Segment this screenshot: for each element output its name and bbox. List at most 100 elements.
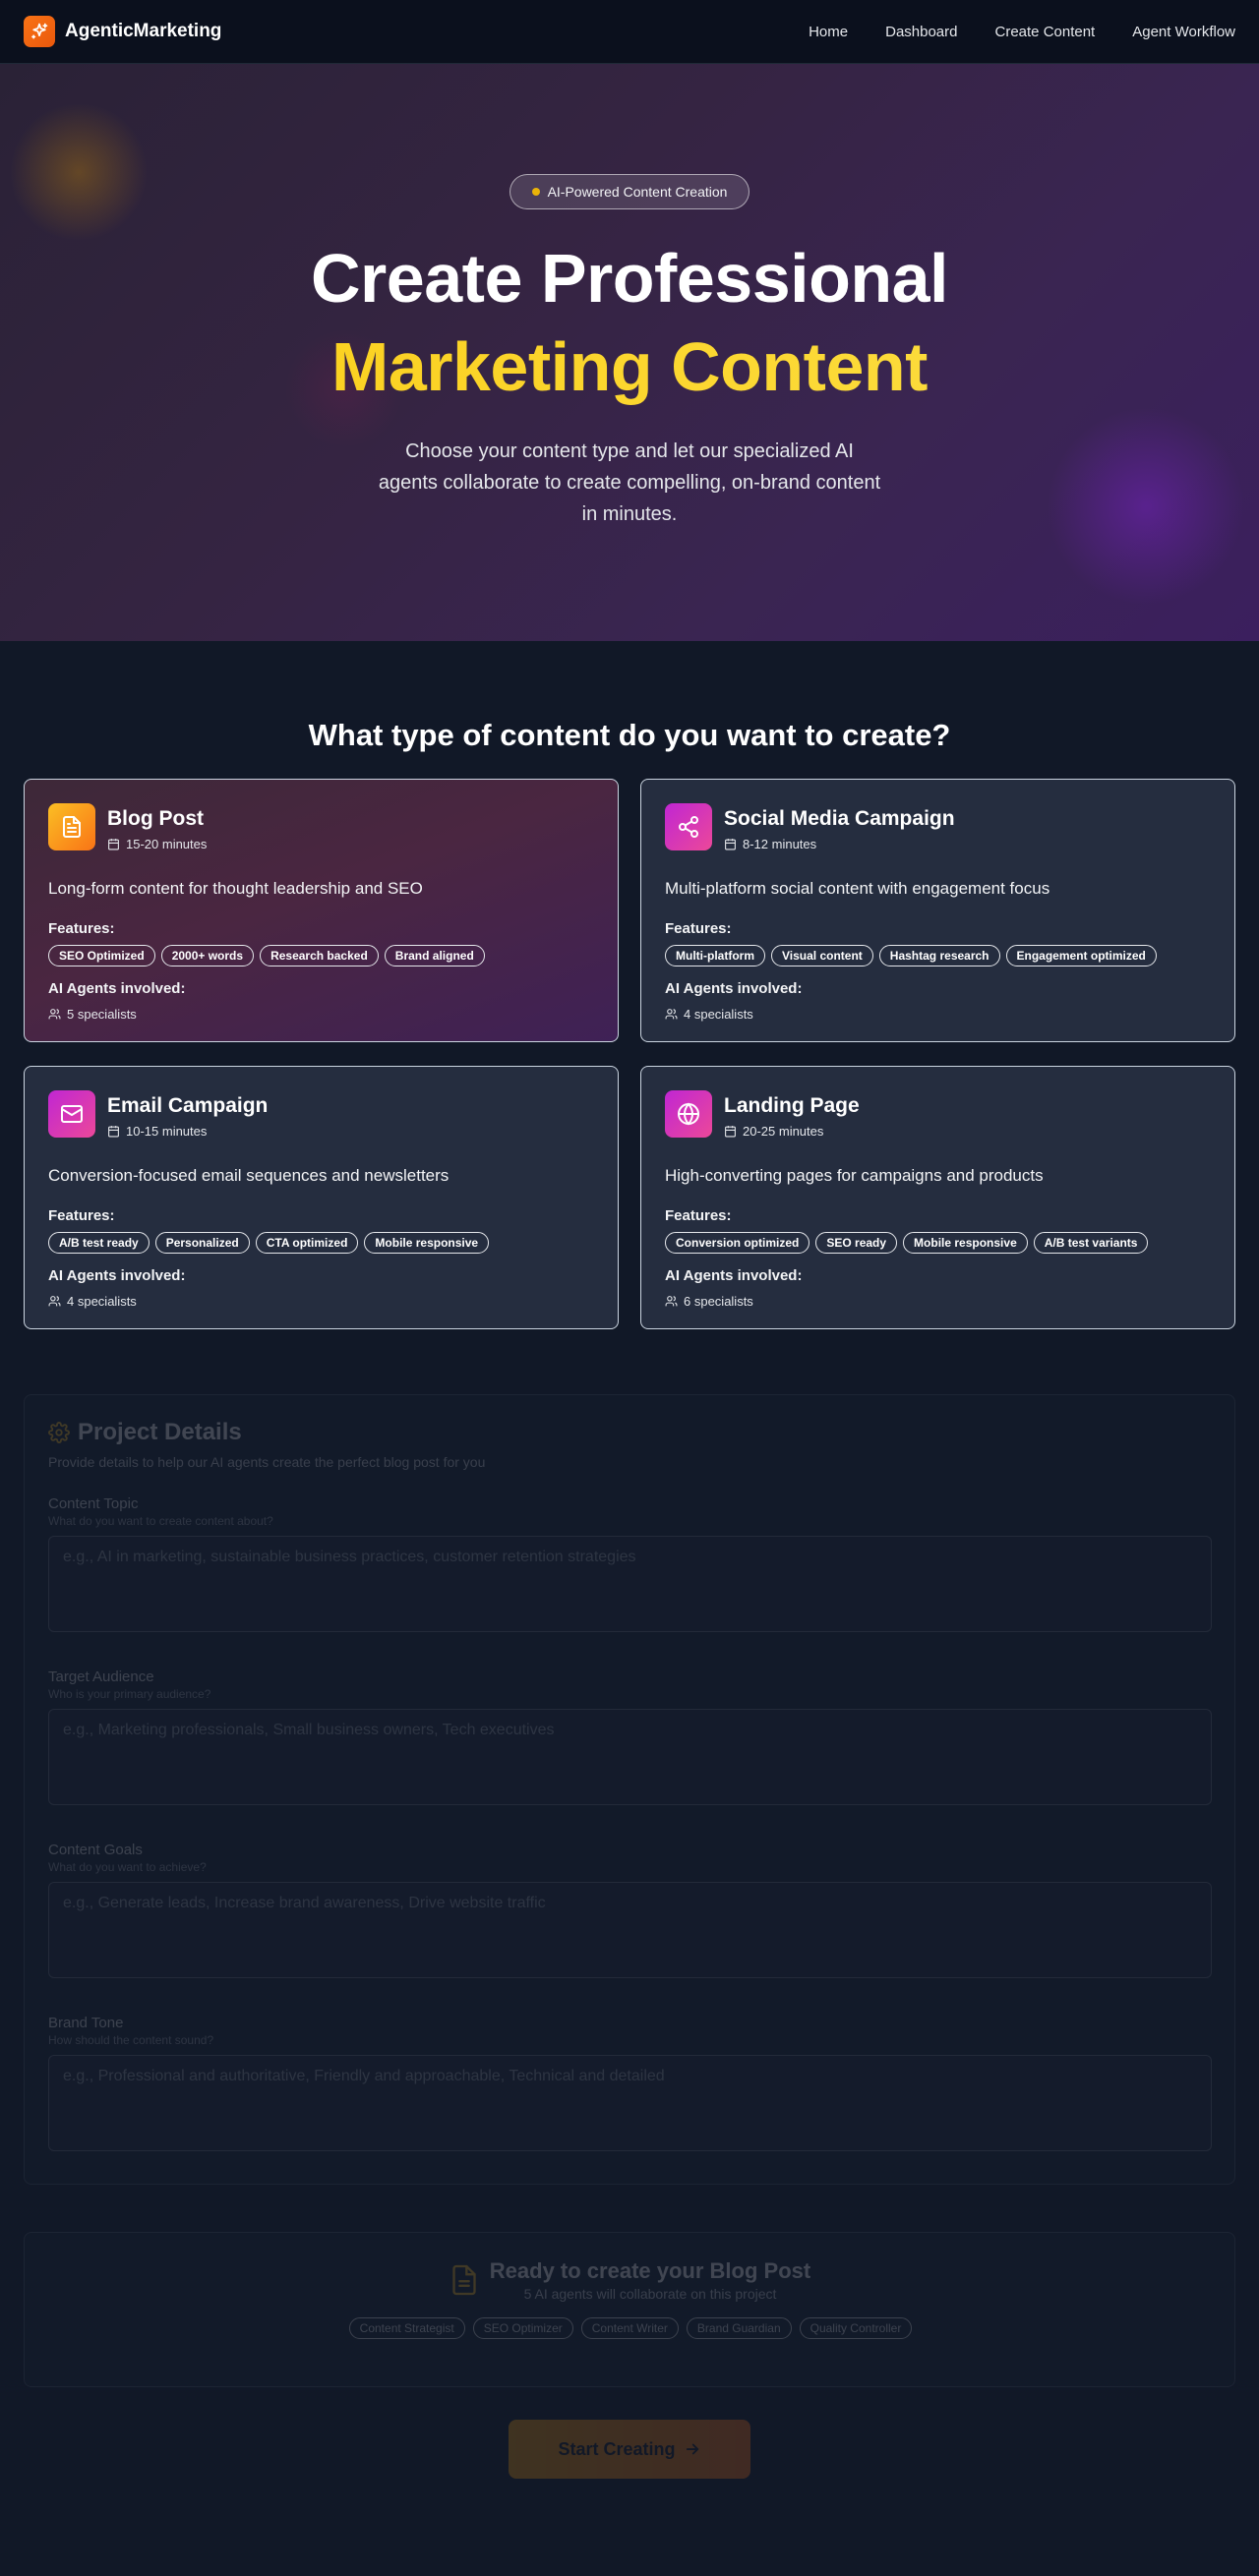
field-label: Brand Tone [48, 2015, 124, 2031]
content-type-card-email-campaign[interactable]: Email Campaign 10-15 minutes Conversion-… [24, 1066, 619, 1329]
document-icon [48, 803, 95, 850]
agents-count-label: 6 specialists [684, 1294, 753, 1309]
hero-badge: AI-Powered Content Creation [510, 174, 749, 209]
feature-tags: Conversion optimized SEO ready Mobile re… [665, 1232, 1211, 1254]
feature-tag: Multi-platform [665, 945, 765, 966]
content-type-card-blog-post[interactable]: Blog Post 15-20 minutes Long-form conten… [24, 779, 619, 1042]
feature-tags: Multi-platform Visual content Hashtag re… [665, 945, 1211, 966]
start-creating-button[interactable]: Start Creating [509, 2420, 750, 2479]
feature-tag: Visual content [771, 945, 873, 966]
details-subtitle: Provide details to help our AI agents cr… [48, 1454, 486, 1470]
content-goals-input[interactable]: e.g., Generate leads, Increase brand awa… [48, 1882, 1212, 1978]
card-time-label: 10-15 minutes [126, 1124, 208, 1139]
hero-title-line2: Marketing Content [0, 327, 1259, 406]
nav-link-home[interactable]: Home [809, 24, 848, 40]
feature-tag: 2000+ words [160, 945, 255, 966]
brand[interactable]: AgenticMarketing [24, 16, 221, 47]
users-icon [48, 1009, 61, 1020]
users-icon [665, 1009, 678, 1020]
calendar-icon [725, 1126, 736, 1138]
agent-tag: Brand Guardian [686, 2317, 792, 2339]
card-time-label: 20-25 minutes [743, 1124, 824, 1139]
users-icon [665, 1296, 678, 1307]
globe-icon [665, 1090, 712, 1138]
feature-tag: Hashtag research [878, 945, 1000, 966]
feature-tag: CTA optimized [255, 1232, 359, 1254]
nav-link-agent-workflow[interactable]: Agent Workflow [1132, 24, 1235, 40]
field-help: What do you want to create content about… [48, 1514, 273, 1528]
feature-tags: A/B test ready Personalized CTA optimize… [48, 1232, 594, 1254]
card-title: Email Campaign [107, 1094, 269, 1117]
card-time-label: 8-12 minutes [743, 837, 817, 851]
card-description: Multi-platform social content with engag… [665, 879, 1050, 898]
agents-count: 4 specialists [48, 1294, 594, 1309]
nav-link-create-content[interactable]: Create Content [995, 24, 1096, 40]
calendar-icon [108, 839, 119, 850]
share-icon [665, 803, 712, 850]
feature-tag: Mobile responsive [903, 1232, 1028, 1254]
agents-count-label: 4 specialists [684, 1007, 753, 1022]
ready-head: Ready to create your Blog Post 5 AI agen… [25, 2258, 1236, 2302]
top-navbar: AgenticMarketing Home Dashboard Create C… [0, 0, 1259, 64]
field-help: What do you want to achieve? [48, 1860, 207, 1874]
agents-count-label: 4 specialists [67, 1294, 137, 1309]
mail-icon [48, 1090, 95, 1138]
target-audience-input[interactable]: e.g., Marketing professionals, Small bus… [48, 1709, 1212, 1805]
agent-tag: Content Strategist [348, 2317, 465, 2339]
feature-tag: Engagement optimized [1005, 945, 1157, 966]
calendar-icon [725, 839, 736, 850]
field-label: Content Goals [48, 1842, 143, 1858]
nav-link-dashboard[interactable]: Dashboard [885, 24, 957, 40]
status-dot-icon [531, 188, 540, 196]
hero-badge-label: AI-Powered Content Creation [547, 184, 728, 200]
agent-tag: Quality Controller [799, 2317, 913, 2339]
gear-icon [48, 1422, 70, 1443]
content-type-card-social-media[interactable]: Social Media Campaign 8-12 minutes Multi… [640, 779, 1235, 1042]
feature-tag: Brand aligned [384, 945, 485, 966]
target-audience-field: Target Audience Who is your primary audi… [48, 1669, 1212, 1805]
section-title: What type of content do you want to crea… [308, 718, 951, 752]
brand-tone-field: Brand Tone How should the content sound?… [48, 2015, 1212, 2151]
agents-count: 6 specialists [665, 1294, 1211, 1309]
card-title: Blog Post [107, 807, 204, 830]
hero-title-line1: Create Professional [311, 240, 948, 317]
agents-count-label: 5 specialists [67, 1007, 137, 1022]
field-help: How should the content sound? [48, 2033, 214, 2047]
field-label: Content Topic [48, 1495, 139, 1512]
features-label: Features: [48, 920, 115, 937]
calendar-icon [108, 1126, 119, 1138]
feature-tag: Conversion optimized [665, 1232, 810, 1254]
feature-tags: SEO Optimized 2000+ words Research backe… [48, 945, 594, 966]
sparkles-icon [24, 16, 55, 47]
feature-tag: Personalized [154, 1232, 250, 1254]
feature-tag: Research backed [260, 945, 379, 966]
feature-tag: A/B test variants [1033, 1232, 1149, 1254]
details-title: Project Details [48, 1419, 1211, 1446]
brand-name: AgenticMarketing [65, 21, 222, 41]
project-details-panel: Project Details Provide details to help … [24, 1394, 1235, 2185]
card-time: 15-20 minutes [107, 837, 207, 851]
brand-tone-input[interactable]: e.g., Professional and authoritative, Fr… [48, 2055, 1212, 2151]
users-icon [48, 1296, 61, 1307]
details-title-label: Project Details [78, 1419, 242, 1445]
feature-tag: SEO Optimized [48, 945, 155, 966]
card-time: 8-12 minutes [724, 837, 955, 851]
card-description: Conversion-focused email sequences and n… [48, 1166, 450, 1185]
start-creating-label: Start Creating [558, 2438, 676, 2459]
agent-tag: Content Writer [580, 2317, 679, 2339]
agents-label: AI Agents involved: [665, 980, 803, 997]
features-label: Features: [48, 1207, 115, 1224]
content-type-card-landing-page[interactable]: Landing Page 20-25 minutes High-converti… [640, 1066, 1235, 1329]
card-time-label: 15-20 minutes [126, 837, 208, 851]
card-title: Landing Page [724, 1094, 860, 1117]
field-help: Who is your primary audience? [48, 1687, 211, 1701]
feature-tag: Mobile responsive [364, 1232, 490, 1254]
agents-label: AI Agents involved: [48, 1267, 186, 1284]
features-label: Features: [665, 920, 732, 937]
card-title: Social Media Campaign [724, 807, 955, 830]
feature-tag: SEO ready [815, 1232, 898, 1254]
content-topic-input[interactable]: e.g., AI in marketing, sustainable busin… [48, 1536, 1212, 1632]
card-description: High-converting pages for campaigns and … [665, 1166, 1044, 1185]
agents-label: AI Agents involved: [48, 980, 186, 997]
agents-label: AI Agents involved: [665, 1267, 803, 1284]
